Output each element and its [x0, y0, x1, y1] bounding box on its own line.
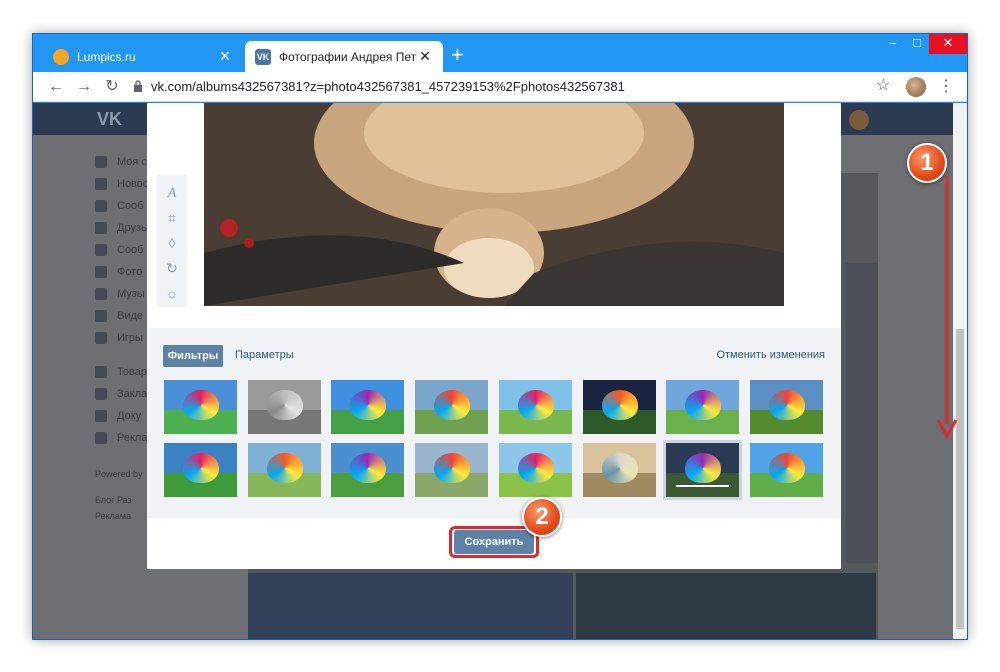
- tab-close-icon[interactable]: ✕: [417, 48, 433, 65]
- filters-panel: Фильтры Параметры Отменить изменения: [147, 328, 841, 518]
- filter-thumbnail[interactable]: [663, 440, 743, 500]
- cancel-changes-link[interactable]: Отменить изменения: [716, 349, 825, 361]
- filter-thumbnail[interactable]: [331, 443, 405, 497]
- tab-filters[interactable]: Фильтры: [163, 345, 223, 367]
- tab-parameters[interactable]: Параметры: [235, 349, 294, 361]
- video-icon: [95, 310, 107, 322]
- scroll-down-arrow-annotation: [936, 176, 958, 440]
- brightness-sun-icon[interactable]: ☼: [166, 281, 179, 306]
- filter-thumbnail[interactable]: [247, 380, 321, 434]
- lumpics-favicon-icon: [53, 48, 69, 65]
- photo-tile[interactable]: [846, 263, 878, 563]
- url-text: vk.com/albums432567381?z=photo432567381_…: [151, 79, 625, 94]
- tab-title: Фотографии Андрея Петрова –: [279, 49, 417, 64]
- lock-icon: [134, 80, 142, 92]
- editor-side-toolbar: A ⌗ ◊ ↻ ☼: [157, 175, 187, 307]
- filter-thumbnail[interactable]: [415, 443, 489, 497]
- home-icon: [95, 156, 107, 168]
- page-scrollbar[interactable]: [953, 103, 967, 639]
- documents-icon: [95, 410, 107, 422]
- filter-thumbnail[interactable]: [498, 380, 572, 434]
- filter-thumbnail[interactable]: [749, 380, 823, 434]
- vk-page: VK Моя с Новос Сооб Друзь Сооб Фото Музы…: [33, 103, 953, 639]
- forward-button[interactable]: →: [73, 76, 95, 98]
- text-tool-icon[interactable]: A: [168, 181, 177, 206]
- edited-photo: [204, 103, 784, 306]
- browser-menu-icon[interactable]: ⋮: [938, 76, 954, 96]
- reload-button[interactable]: ↻: [101, 76, 123, 98]
- back-button[interactable]: ←: [45, 76, 67, 98]
- maximize-button[interactable]: □: [905, 34, 929, 54]
- tab-lumpics[interactable]: Lumpics.ru ✕: [43, 41, 243, 72]
- step-badge-2: 2: [522, 497, 562, 537]
- filter-thumbnail[interactable]: [164, 443, 237, 497]
- vk-logo[interactable]: VK: [97, 109, 122, 130]
- crop-tool-icon[interactable]: ⌗: [168, 206, 176, 231]
- filter-thumbnail[interactable]: [498, 443, 572, 497]
- vk-user-avatar[interactable]: [849, 110, 869, 130]
- tab-vk-photos[interactable]: VK Фотографии Андрея Петрова – ✕: [245, 41, 443, 72]
- step-badge-1: 1: [907, 143, 947, 183]
- bookmarks-icon: [95, 388, 107, 400]
- games-icon: [95, 332, 107, 344]
- camera-icon: [95, 266, 107, 278]
- address-bar[interactable]: vk.com/albums432567381?z=photo432567381_…: [129, 75, 859, 99]
- communities-icon: [95, 244, 107, 256]
- news-icon: [95, 178, 107, 190]
- filter-thumbnail[interactable]: [415, 380, 489, 434]
- photo-editor-modal: A ⌗ ◊ ↻ ☼ Фильтры Параметры Отменить изм…: [147, 103, 841, 569]
- filter-thumbnail[interactable]: [666, 380, 740, 434]
- market-icon: [95, 366, 107, 378]
- messages-icon: [95, 200, 107, 212]
- scrollbar-thumb[interactable]: [956, 329, 964, 629]
- new-tab-button[interactable]: +: [451, 43, 464, 67]
- rotate-tool-icon[interactable]: ↻: [166, 256, 178, 281]
- minimize-button[interactable]: –: [881, 34, 905, 54]
- filter-thumbnail[interactable]: [247, 443, 321, 497]
- cat-photo-image: [204, 103, 784, 306]
- browser-toolbar: ← → ↻ vk.com/albums432567381?z=photo4325…: [33, 72, 967, 102]
- music-icon: [95, 288, 107, 300]
- filter-thumbnail[interactable]: [749, 443, 823, 497]
- blur-drop-icon[interactable]: ◊: [169, 231, 176, 256]
- ads-icon: [95, 432, 107, 444]
- tab-strip: Lumpics.ru ✕ VK Фотографии Андрея Петров…: [33, 34, 967, 72]
- bookmark-star-icon[interactable]: ☆: [876, 75, 890, 95]
- filter-thumbnail[interactable]: [331, 380, 405, 434]
- friends-icon: [95, 222, 107, 234]
- filter-thumbnail[interactable]: [582, 380, 656, 434]
- photo-tile[interactable]: [248, 573, 573, 639]
- tab-close-icon[interactable]: ✕: [217, 48, 233, 65]
- browser-window: Lumpics.ru ✕ VK Фотографии Андрея Петров…: [32, 33, 968, 640]
- save-button-highlight: [449, 526, 539, 558]
- filter-thumbnail[interactable]: [582, 443, 656, 497]
- filter-thumbnail[interactable]: [164, 380, 237, 434]
- tab-title: Lumpics.ru: [77, 49, 136, 64]
- profile-avatar[interactable]: [906, 77, 926, 97]
- photo-tile[interactable]: [576, 573, 876, 639]
- vk-favicon-icon: VK: [255, 48, 271, 65]
- close-window-button[interactable]: ✕: [929, 34, 967, 54]
